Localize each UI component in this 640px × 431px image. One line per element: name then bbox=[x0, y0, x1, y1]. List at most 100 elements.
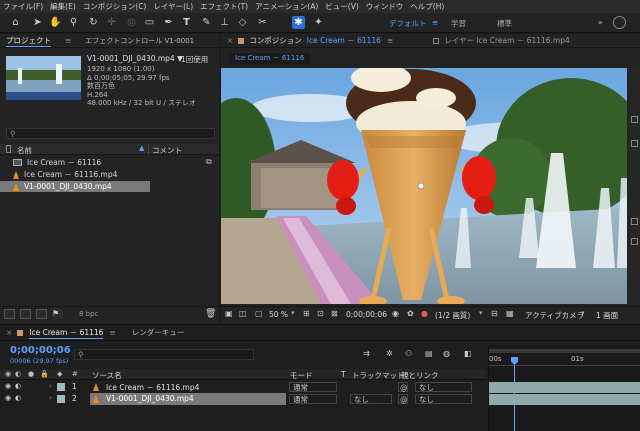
layer-parent-select[interactable]: なし bbox=[415, 382, 472, 392]
project-settings-icon[interactable]: ⚑ bbox=[52, 309, 63, 319]
layer-tab[interactable]: レイヤー Ice Cream － 61116.mp4 bbox=[444, 35, 570, 46]
layer-2-duration-bar[interactable] bbox=[489, 394, 640, 405]
layer-label-color[interactable] bbox=[57, 395, 65, 403]
timeline-search-input[interactable]: ⚲ bbox=[74, 349, 254, 360]
workspace-overflow-icon[interactable]: » bbox=[598, 18, 603, 27]
playhead-handle[interactable] bbox=[511, 357, 518, 365]
layer-row-1[interactable]: ◉ ◐ › 1 Ice Cream － 61116.mp4 通常 @ なし bbox=[0, 381, 486, 393]
col-t[interactable]: T bbox=[341, 370, 346, 379]
frame-icon[interactable]: ⊡ bbox=[317, 309, 324, 318]
menu-window[interactable]: ウィンドウ bbox=[366, 1, 404, 12]
pickwhip-icon[interactable]: @ bbox=[398, 394, 408, 404]
home-icon[interactable]: ⌂ bbox=[9, 16, 22, 29]
col-name[interactable]: 名前 bbox=[17, 145, 32, 156]
layer-track-matte-select[interactable]: なし bbox=[350, 394, 392, 404]
col-parent-link[interactable]: 親とリンク bbox=[401, 370, 439, 381]
pen-tool-icon[interactable]: ✒ bbox=[162, 16, 175, 29]
panel-menu-icon[interactable]: ≡ bbox=[65, 36, 71, 45]
layer-label-color[interactable] bbox=[57, 383, 65, 391]
close-icon[interactable]: × bbox=[227, 36, 233, 45]
brush-tool-icon[interactable]: ✎ bbox=[200, 16, 213, 29]
eraser-tool-icon[interactable]: ◇ bbox=[236, 16, 249, 29]
audio-icon[interactable]: ◐ bbox=[15, 382, 21, 390]
region-of-interest-icon[interactable]: ⊟ bbox=[491, 309, 498, 318]
show-snapshot-icon[interactable]: ✿ bbox=[407, 309, 414, 318]
list-item[interactable]: Ice Cream － 61116 ⧉ bbox=[0, 157, 219, 168]
composition-tab-name[interactable]: Ice Cream － 61116 bbox=[307, 35, 381, 46]
shy-icon[interactable]: ⚇ bbox=[405, 349, 412, 358]
solo-icon[interactable]: ● bbox=[28, 370, 34, 378]
menu-composition[interactable]: コンポジション(C) bbox=[83, 1, 147, 12]
mask-visibility-icon[interactable]: ▢ bbox=[255, 309, 263, 318]
interpret-footage-icon[interactable] bbox=[4, 309, 15, 319]
menu-effect[interactable]: エフェクト(T) bbox=[200, 1, 248, 12]
workspace-menu-icon[interactable]: ≡ bbox=[432, 18, 438, 27]
tab-effect-controls[interactable]: エフェクトコントロール V1-0001 bbox=[85, 36, 194, 46]
layer-mode-select[interactable]: 通常 bbox=[289, 382, 337, 392]
label-tag-icon[interactable]: ◆ bbox=[57, 370, 62, 378]
panel-menu-icon[interactable]: ≡ bbox=[387, 36, 393, 45]
menu-layer[interactable]: レイヤー(L) bbox=[153, 1, 193, 12]
anchor-point[interactable] bbox=[417, 182, 425, 190]
project-search-input[interactable]: ⚲ bbox=[6, 128, 215, 139]
rect-tool-icon[interactable]: ▭ bbox=[143, 16, 156, 29]
new-folder-icon[interactable] bbox=[20, 309, 31, 319]
hand-tool-icon[interactable]: ✋ bbox=[49, 16, 62, 29]
color-channels-icon[interactable]: ● bbox=[421, 309, 428, 318]
layer-1-duration-bar[interactable] bbox=[489, 382, 640, 393]
layer-parent-select[interactable]: なし bbox=[415, 394, 472, 404]
resolution-select[interactable]: (1/2 画質) bbox=[435, 310, 470, 321]
selection-tool-icon[interactable]: ➤ bbox=[31, 16, 44, 29]
menu-help[interactable]: ヘルプ(H) bbox=[410, 1, 444, 12]
expand-arrow-icon[interactable]: › bbox=[49, 382, 52, 390]
menu-edit[interactable]: 編集(E) bbox=[50, 1, 76, 12]
eye-icon[interactable]: ◉ bbox=[5, 382, 11, 390]
layer-name[interactable]: Ice Cream － 61116.mp4 bbox=[106, 382, 199, 393]
puppet-tool-icon[interactable]: ✱ bbox=[292, 16, 305, 29]
col-source-name[interactable]: ソース名 bbox=[92, 370, 122, 381]
col-comment[interactable]: コメント bbox=[152, 145, 182, 156]
stamp-tool-icon[interactable]: ⊥ bbox=[218, 16, 231, 29]
bit-depth[interactable]: 8 bpc bbox=[79, 310, 98, 318]
composition-tab-label[interactable]: コンポジション bbox=[249, 35, 302, 46]
camera-tool-icon[interactable]: ✛ bbox=[105, 16, 118, 29]
menu-animation[interactable]: アニメーション(A) bbox=[255, 1, 318, 12]
layer-name[interactable]: V1-0001_DJI_0430.mp4 bbox=[106, 394, 194, 403]
lock-col-icon[interactable]: 🔒 bbox=[40, 370, 49, 378]
chevron-down-icon[interactable]: ▾ bbox=[291, 309, 295, 317]
list-item-selected[interactable]: V1-0001_DJI_0430.mp4 bbox=[0, 181, 150, 192]
expand-arrow-icon[interactable]: › bbox=[49, 394, 52, 402]
menu-view[interactable]: ビュー(V) bbox=[325, 1, 358, 12]
composition-viewer[interactable] bbox=[221, 68, 627, 304]
list-item[interactable]: Ice Cream － 61116.mp4 bbox=[0, 169, 219, 180]
zoom-level[interactable]: 50 % bbox=[269, 310, 288, 319]
workspace-standard[interactable]: 標準 bbox=[497, 18, 512, 29]
eye-icon[interactable]: ◉ bbox=[5, 394, 11, 402]
workspace-learn[interactable]: 学習 bbox=[451, 18, 466, 29]
layer-row-2[interactable]: ◉ ◐ › 2 V1-0001_DJI_0430.mp4 通常 なし @ なし bbox=[0, 393, 486, 405]
frame-blending-icon[interactable]: ▤ bbox=[425, 349, 433, 358]
layer-mode-select[interactable]: 通常 bbox=[289, 394, 337, 404]
graph-editor-icon[interactable]: ◧ bbox=[464, 349, 472, 358]
transparency-grid-icon[interactable]: ▦ bbox=[506, 309, 514, 318]
draft-3d-icon[interactable]: ✲ bbox=[386, 349, 393, 358]
anchor-tool-icon[interactable]: ◎ bbox=[125, 16, 138, 29]
snapshot-icon[interactable]: ◉ bbox=[392, 309, 399, 318]
tab-render-queue[interactable]: レンダーキュー bbox=[132, 327, 185, 338]
chevron-down-icon[interactable]: ▾ bbox=[479, 309, 483, 317]
panel-menu-icon[interactable]: ≡ bbox=[109, 328, 115, 337]
search-help-icon[interactable] bbox=[613, 16, 626, 29]
workspace-default[interactable]: デフォルト bbox=[389, 18, 427, 29]
zoom-tool-icon[interactable]: ⚲ bbox=[67, 16, 80, 29]
comp-navigator-chip[interactable]: Ice Cream － 61116 bbox=[229, 53, 311, 64]
timeline-graph-area[interactable]: 00s 01s bbox=[488, 345, 640, 431]
safe-zones-icon[interactable]: ⊠ bbox=[331, 309, 338, 318]
eye-icon[interactable]: ◉ bbox=[5, 370, 11, 378]
chevron-down-icon[interactable]: ▾ bbox=[581, 309, 585, 317]
lock-icon[interactable] bbox=[433, 37, 440, 44]
pickwhip-icon[interactable]: @ bbox=[398, 382, 408, 392]
selected-item-name[interactable]: V1-0001_DJI_0430.mp4 ▼ bbox=[87, 54, 183, 63]
col-track-matte[interactable]: トラックマット bbox=[352, 370, 405, 381]
rotate-tool-icon[interactable]: ↻ bbox=[87, 16, 100, 29]
audio-icon[interactable]: ◐ bbox=[15, 370, 21, 378]
